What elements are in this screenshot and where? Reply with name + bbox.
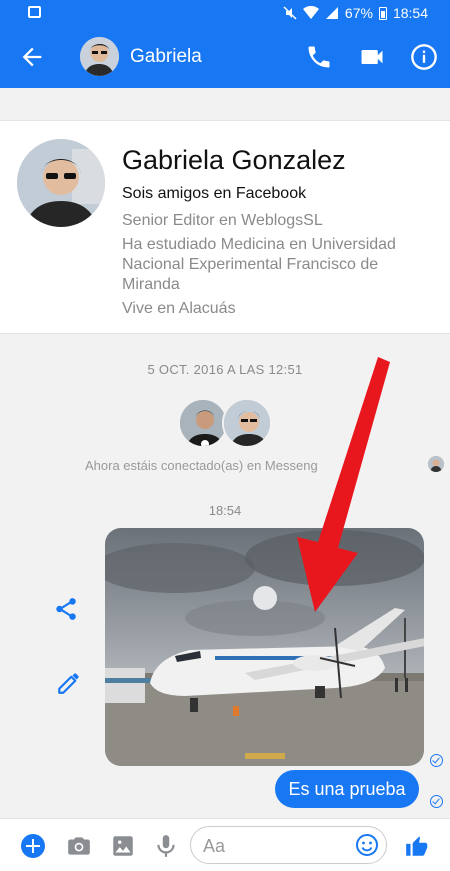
time-header: 18:54	[208, 503, 242, 518]
emoji-icon[interactable]	[355, 833, 379, 857]
message-input-wrapper[interactable]	[190, 826, 387, 864]
connected-avatars	[178, 398, 274, 448]
read-receipt-avatar	[428, 456, 444, 472]
contact-avatar-small	[222, 398, 272, 448]
contact-avatar[interactable]	[80, 37, 119, 76]
camera-icon[interactable]	[66, 833, 92, 859]
wifi-icon	[302, 6, 319, 19]
sent-message-bubble[interactable]: Es una prueba	[275, 770, 419, 808]
gallery-image-icon[interactable]	[110, 833, 136, 859]
status-bar: 67% 18:54	[0, 0, 450, 26]
phone-call-icon[interactable]	[305, 43, 333, 71]
conversation-header: Gabriela	[0, 26, 450, 88]
clock: 18:54	[392, 5, 428, 21]
delivered-check-icon	[430, 754, 443, 767]
back-arrow-icon[interactable]	[18, 43, 46, 71]
thumbs-up-icon[interactable]	[404, 833, 430, 859]
mute-icon	[283, 6, 297, 20]
message-composer	[0, 818, 450, 871]
date-header: 5 OCT. 2016 A LAS 12:51	[147, 362, 303, 377]
message-input[interactable]	[203, 833, 353, 859]
signal-icon	[325, 7, 338, 19]
gallery-notification-icon	[28, 6, 41, 18]
photo-message-airplane[interactable]	[105, 528, 424, 766]
profile-job: Senior Editor en WeblogsSL	[122, 212, 323, 229]
share-icon[interactable]	[53, 596, 79, 622]
profile-picture[interactable]	[17, 139, 105, 227]
video-call-icon[interactable]	[358, 43, 386, 71]
status-right: 67% 18:54	[283, 5, 428, 21]
info-icon[interactable]	[410, 43, 438, 71]
battery-percent: 67%	[344, 5, 373, 21]
edit-pencil-icon[interactable]	[56, 670, 82, 696]
delivered-check-icon	[430, 795, 443, 808]
friend-status: Sois amigos en Facebook	[122, 185, 307, 202]
profile-education: Ha estudiado Medicina en Universidad Nac…	[122, 236, 396, 293]
user-avatar	[178, 398, 228, 448]
battery-icon	[378, 6, 387, 20]
connected-notice: Ahora estáis conectado(as) en Messeng	[85, 458, 318, 473]
microphone-icon[interactable]	[153, 833, 179, 859]
add-plus-icon[interactable]	[20, 833, 46, 859]
contact-name[interactable]: Gabriela	[130, 46, 202, 68]
profile-card: Gabriela Gonzalez Sois amigos en Faceboo…	[0, 120, 450, 334]
profile-full-name: Gabriela Gonzalez	[122, 145, 346, 175]
profile-location: Vive en Alacuás	[122, 300, 236, 317]
